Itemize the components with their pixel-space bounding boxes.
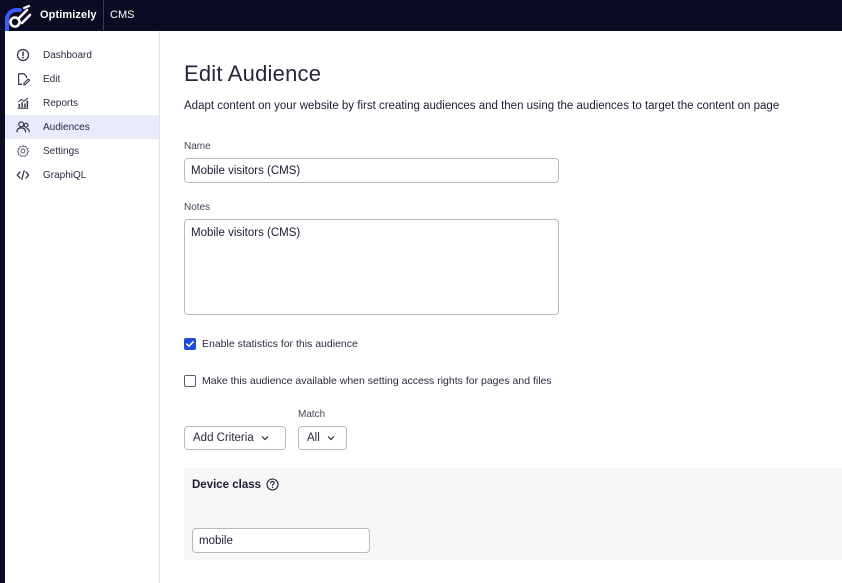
sidebar-item-label: Settings: [43, 145, 80, 157]
add-criteria-label: Add Criteria: [193, 432, 254, 444]
sidebar-item-dashboard[interactable]: Dashboard: [5, 43, 159, 67]
name-input[interactable]: [184, 158, 559, 183]
add-criteria-dropdown[interactable]: Add Criteria: [184, 426, 286, 450]
sidebar-item-label: Audiences: [43, 121, 90, 133]
topbar-divider: [103, 0, 104, 31]
sidebar-item-label: Edit: [43, 73, 61, 85]
sidebar-item-graphiql[interactable]: GraphiQL: [5, 163, 159, 187]
optimizely-logo-icon[interactable]: [5, 4, 33, 32]
dashboard-icon: [15, 47, 31, 63]
sidebar: Dashboard Edit Reports Audiences Setting…: [5, 31, 160, 583]
top-bar: Optimizely CMS: [0, 0, 842, 32]
criteria-title: Device class: [192, 478, 279, 491]
product-name[interactable]: CMS: [110, 9, 134, 21]
sidebar-item-label: GraphiQL: [43, 169, 87, 181]
sidebar-item-settings[interactable]: Settings: [5, 139, 159, 163]
audiences-icon: [15, 119, 31, 135]
chevron-down-icon: [260, 433, 270, 443]
enable-statistics-checkbox[interactable]: [184, 338, 196, 350]
access-rights-row[interactable]: Make this audience available when settin…: [184, 375, 552, 387]
device-class-criteria-panel: Device class: [184, 468, 842, 560]
help-icon[interactable]: [266, 478, 279, 491]
notes-textarea[interactable]: Mobile visitors (CMS): [184, 219, 559, 315]
access-rights-label: Make this audience available when settin…: [202, 375, 552, 387]
enable-statistics-label: Enable statistics for this audience: [202, 338, 358, 350]
brand-name: Optimizely: [40, 9, 97, 21]
criteria-title-text: Device class: [192, 478, 262, 491]
access-rights-checkbox[interactable]: [184, 375, 196, 387]
gear-icon: [15, 143, 31, 159]
sidebar-item-audiences[interactable]: Audiences: [5, 115, 159, 139]
edit-icon: [15, 71, 31, 87]
page-title: Edit Audience: [184, 61, 322, 86]
sidebar-item-label: Dashboard: [43, 49, 92, 61]
enable-statistics-row[interactable]: Enable statistics for this audience: [184, 338, 358, 350]
code-icon: [15, 167, 31, 183]
sidebar-item-edit[interactable]: Edit: [5, 67, 159, 91]
match-dropdown[interactable]: All: [298, 426, 347, 450]
name-label: Name: [184, 141, 211, 152]
main-content: Edit Audience Adapt content on your webs…: [160, 31, 842, 583]
reports-icon: [15, 95, 31, 111]
match-label: Match: [298, 409, 326, 420]
chevron-down-icon: [326, 433, 336, 443]
sidebar-item-reports[interactable]: Reports: [5, 91, 159, 115]
page-description: Adapt content on your website by first c…: [184, 100, 780, 112]
notes-label: Notes: [184, 202, 211, 213]
match-value: All: [307, 432, 320, 444]
sidebar-item-label: Reports: [43, 97, 79, 109]
device-class-input[interactable]: [192, 528, 370, 553]
